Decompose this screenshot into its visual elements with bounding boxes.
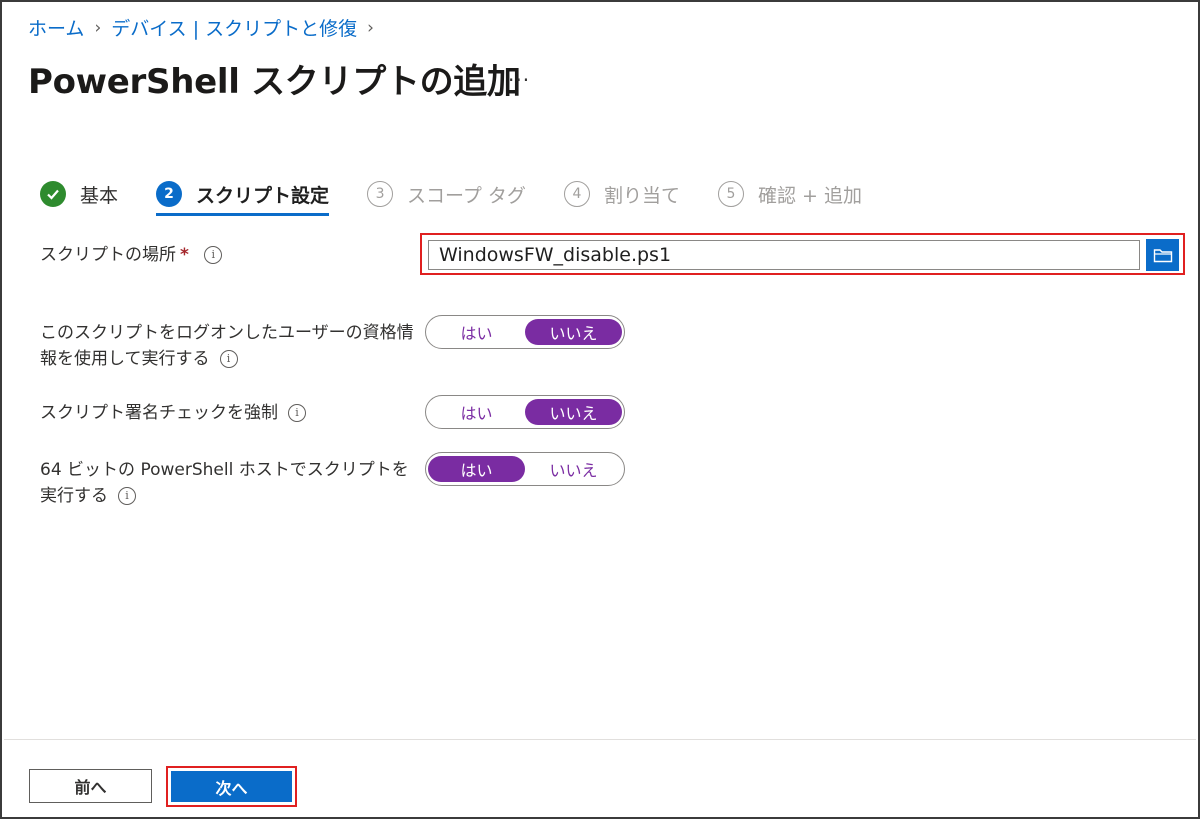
step-basics[interactable]: 基本: [40, 174, 118, 214]
step-script-settings[interactable]: 2 スクリプト設定: [156, 174, 330, 216]
toggle-yes-option[interactable]: はい: [428, 399, 525, 425]
step-number: 5: [717, 181, 744, 207]
toggle-no-option[interactable]: いいえ: [525, 319, 622, 345]
footer-divider: [4, 739, 1196, 740]
browse-folder-button[interactable]: [1146, 239, 1179, 271]
wizard-steps: 基本 2 スクリプト設定 3 スコープ タグ 4 割り当て 5 確認 + 追加: [40, 174, 900, 216]
script-location-highlight: WindowsFW_disable.ps1: [420, 233, 1185, 275]
checkmark-icon: [40, 181, 66, 207]
breadcrumb-home-link[interactable]: ホーム: [28, 14, 84, 41]
step-label: スコープ タグ: [407, 184, 526, 207]
info-icon[interactable]: i: [118, 487, 136, 505]
toggle-no-option[interactable]: いいえ: [525, 399, 622, 425]
window-frame: ホーム › デバイス | スクリプトと修復 › PowerShell スクリプト…: [0, 0, 1200, 819]
label-text: スクリプトの場所: [40, 245, 176, 265]
step-number: 2: [156, 181, 183, 207]
folder-icon: [1153, 249, 1172, 263]
step-label: 基本: [80, 184, 119, 207]
page-title: PowerShell スクリプトの追加: [28, 62, 521, 102]
enforce-signature-check-label: スクリプト署名チェックを強制 i: [40, 400, 306, 426]
label-line: 64 ビットの PowerShell ホストでスクリプトを: [40, 460, 409, 480]
script-location-label: スクリプトの場所 * i: [40, 242, 223, 268]
step-number: 4: [563, 181, 590, 207]
label-line: 実行する: [40, 486, 108, 506]
info-icon[interactable]: i: [288, 404, 306, 422]
step-label: 割り当て: [603, 184, 680, 207]
next-button[interactable]: 次へ: [171, 771, 292, 802]
step-review-add[interactable]: 5 確認 + 追加: [717, 174, 862, 214]
run-in-64bit-host-toggle: はい いいえ: [425, 452, 625, 486]
label-line: このスクリプトをログオンしたユーザーの資格情: [40, 323, 414, 343]
label-line: スクリプト署名チェックを強制: [40, 403, 278, 423]
step-assignments[interactable]: 4 割り当て: [563, 174, 680, 214]
run-as-logged-on-user-label: このスクリプトをログオンしたユーザーの資格情 報を使用して実行する i: [40, 320, 414, 372]
next-button-highlight: 次へ: [166, 766, 297, 807]
step-number: 3: [367, 181, 394, 207]
step-label: 確認 + 追加: [757, 184, 862, 207]
required-marker: *: [180, 245, 189, 265]
info-icon[interactable]: i: [219, 350, 238, 368]
info-icon[interactable]: i: [204, 246, 223, 264]
breadcrumb-devices-link[interactable]: デバイス | スクリプトと修復: [111, 14, 357, 41]
previous-button[interactable]: 前へ: [29, 769, 152, 803]
chevron-right-icon: ›: [94, 17, 102, 38]
run-in-64bit-host-label: 64 ビットの PowerShell ホストでスクリプトを 実行する i: [40, 457, 409, 509]
run-as-logged-on-user-toggle: はい いいえ: [425, 315, 625, 349]
toggle-yes-option[interactable]: はい: [428, 319, 525, 345]
label-line: 報を使用して実行する: [40, 349, 210, 369]
breadcrumb: ホーム › デバイス | スクリプトと修復 ›: [28, 14, 384, 41]
step-scope-tags[interactable]: 3 スコープ タグ: [367, 174, 526, 214]
enforce-signature-check-toggle: はい いいえ: [425, 395, 625, 429]
chevron-right-icon: ›: [367, 17, 374, 38]
toggle-no-option[interactable]: いいえ: [525, 456, 622, 482]
step-label: スクリプト設定: [196, 184, 330, 207]
toggle-yes-option[interactable]: はい: [428, 456, 525, 482]
more-options-button[interactable]: ...: [508, 62, 530, 86]
script-file-input[interactable]: WindowsFW_disable.ps1: [428, 240, 1140, 270]
